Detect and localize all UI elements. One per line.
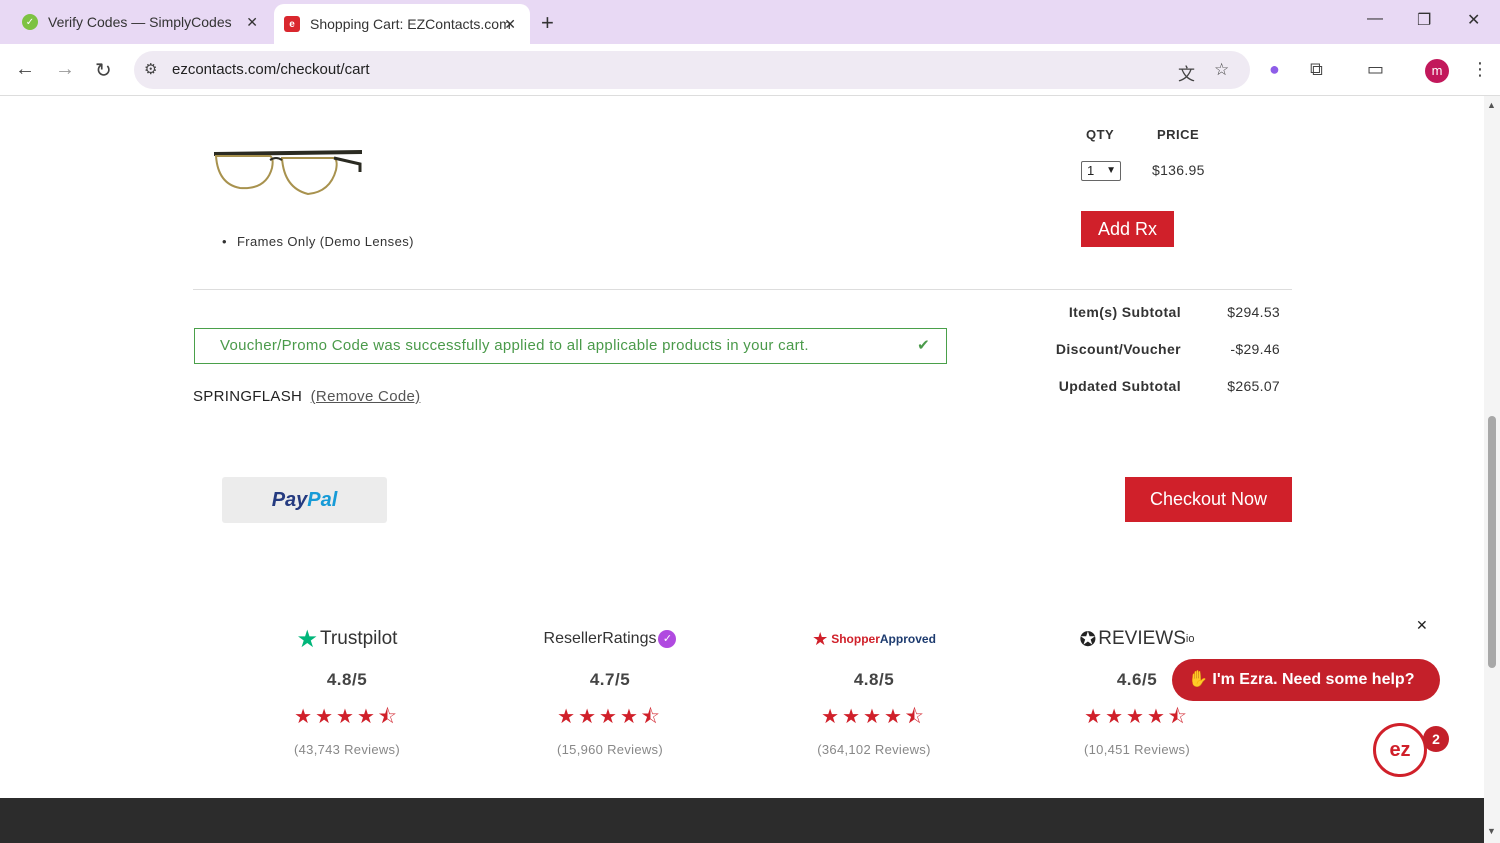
star-rating-icon: ★★★★⯪: [557, 706, 663, 728]
review-count: (10,451 Reviews): [1084, 742, 1190, 757]
subtotal-label: Item(s) Subtotal: [1068, 304, 1181, 320]
star-rating-icon: ★★★★⯪: [1084, 706, 1190, 728]
url-text: ezcontacts.com/checkout/cart: [172, 61, 370, 78]
close-window-icon[interactable]: ✕: [1467, 10, 1480, 30]
chevron-down-icon: ▼: [1106, 165, 1116, 176]
item-option: Frames Only (Demo Lenses): [222, 234, 414, 249]
simplycodes-favicon-icon: ✓: [22, 14, 38, 30]
brand-name: REVIEWS: [1098, 628, 1186, 649]
remove-code-link[interactable]: (Remove Code): [311, 388, 421, 405]
brand-suffix: io: [1185, 633, 1195, 645]
resellerratings-logo: ResellerRatings ✓: [500, 624, 720, 654]
star-rating-icon: ★★★★⯪: [294, 706, 400, 728]
eyeglasses-product-image: [213, 150, 363, 196]
updated-subtotal-label: Updated Subtotal: [1058, 378, 1181, 394]
restore-icon[interactable]: ❐: [1417, 10, 1431, 30]
scroll-up-icon[interactable]: ▲: [1487, 100, 1496, 110]
reviewsio-logo: ✪ REVIEWS io: [1027, 624, 1247, 654]
brand-name-b: Approved: [879, 632, 936, 646]
trustpilot-star-icon: ★: [296, 625, 319, 653]
shopperapproved-logo: ★ ShopperApproved: [764, 624, 984, 654]
menu-icon[interactable]: ⋮: [1471, 59, 1489, 80]
paypal-pal-text: Pal: [307, 489, 338, 511]
quantity-select[interactable]: 1 ▼: [1081, 161, 1121, 181]
review-count: (15,960 Reviews): [557, 742, 663, 757]
rating-score: 4.8/5: [326, 670, 368, 689]
tab-simplycodes[interactable]: ✓ Verify Codes — SimplyCodes ✕: [10, 0, 272, 44]
back-icon[interactable]: ←: [15, 58, 35, 81]
discount-label: Discount/Voucher: [1055, 341, 1181, 357]
scroll-down-icon[interactable]: ▼: [1487, 826, 1496, 836]
star-rating-icon: ★★★★⯪: [821, 706, 927, 728]
browser-toolbar: ← → ↻ ⚙ ezcontacts.com/checkout/cart 文 ☆…: [0, 44, 1500, 96]
rating-trustpilot: ★ Trustpilot 4.8/5 ★★★★⯪ (43,743 Reviews…: [237, 624, 457, 758]
updated-subtotal-value: $265.07: [1227, 378, 1280, 394]
discount-value: -$29.46: [1230, 341, 1280, 357]
reviewsio-star-icon: ✪: [1079, 628, 1097, 651]
bookmark-star-icon[interactable]: ☆: [1214, 60, 1229, 80]
ezra-logo-icon: ez: [1389, 739, 1411, 761]
chat-prompt-bubble[interactable]: ✋ I'm Ezra. Need some help?: [1172, 659, 1440, 701]
browser-tab-bar: ✓ Verify Codes — SimplyCodes ✕ e Shoppin…: [0, 0, 1500, 44]
wave-hand-icon: ✋: [1188, 671, 1208, 688]
tab-title: Shopping Cart: EZContacts.com: [310, 16, 511, 32]
site-settings-icon[interactable]: ⚙: [144, 60, 157, 78]
paypal-button[interactable]: PayPal: [222, 477, 387, 523]
rating-resellerratings: ResellerRatings ✓ 4.7/5 ★★★★⯪ (15,960 Re…: [500, 624, 720, 757]
add-rx-button[interactable]: Add Rx: [1081, 211, 1174, 247]
verified-badge-icon: ✓: [658, 630, 677, 648]
translate-icon[interactable]: 文: [1178, 60, 1195, 85]
chat-close-icon[interactable]: ✕: [1416, 617, 1428, 634]
checkmark-icon: ✔: [917, 337, 930, 354]
page-footer: [0, 798, 1484, 843]
brand-name-a: Shopper: [831, 632, 880, 646]
forward-icon[interactable]: →: [55, 58, 75, 81]
applied-code: SPRINGFLASH (Remove Code): [193, 388, 420, 405]
voucher-message-text: Voucher/Promo Code was successfully appl…: [220, 337, 809, 354]
page-scrollbar[interactable]: ▲ ▼: [1484, 96, 1500, 843]
chat-message: I'm Ezra. Need some help?: [1212, 671, 1415, 688]
profile-avatar[interactable]: m: [1425, 59, 1449, 83]
brand-name: ResellerRatings: [543, 630, 657, 647]
rating-shopperapproved: ★ ShopperApproved 4.8/5 ★★★★⯪ (364,102 R…: [764, 624, 984, 758]
voucher-success-message: Voucher/Promo Code was successfully appl…: [194, 328, 947, 364]
address-bar[interactable]: ⚙ ezcontacts.com/checkout/cart 文 ☆: [134, 51, 1250, 89]
extension-icon[interactable]: ●: [1269, 59, 1280, 80]
puzzle-icon[interactable]: ⧉: [1310, 59, 1323, 80]
tab-ezcontacts-cart[interactable]: e Shopping Cart: EZContacts.com ✕: [274, 4, 530, 44]
side-panel-icon[interactable]: ▭: [1367, 59, 1384, 80]
quantity-value: 1: [1087, 163, 1095, 178]
tab-title: Verify Codes — SimplyCodes: [48, 14, 232, 30]
item-price: $136.95: [1152, 162, 1205, 178]
notification-badge: 2: [1423, 726, 1449, 752]
review-count: (364,102 Reviews): [817, 742, 931, 757]
minimize-icon[interactable]: —: [1367, 10, 1383, 28]
review-count: (43,743 Reviews): [294, 742, 400, 757]
reload-icon[interactable]: ↻: [95, 58, 112, 83]
checkout-now-button[interactable]: Checkout Now: [1125, 477, 1292, 522]
shopperapproved-star-icon: ★: [812, 628, 829, 649]
page-content: Frames Only (Demo Lenses) QTY PRICE 1 ▼ …: [0, 96, 1484, 843]
close-tab-icon[interactable]: ✕: [246, 14, 258, 31]
chat-launcher-button[interactable]: ez: [1373, 723, 1427, 777]
divider: [193, 289, 1292, 290]
scrollbar-thumb[interactable]: [1488, 416, 1496, 668]
close-tab-icon[interactable]: ✕: [504, 16, 516, 33]
qty-header: QTY: [1086, 127, 1115, 142]
subtotal-value: $294.53: [1227, 304, 1280, 320]
rating-score: 4.7/5: [589, 670, 631, 689]
paypal-pay-text: Pay: [271, 489, 308, 511]
brand-name: Trustpilot: [320, 628, 398, 649]
ezcontacts-favicon-icon: e: [284, 16, 300, 32]
rating-score: 4.8/5: [853, 670, 895, 689]
price-header: PRICE: [1157, 127, 1200, 142]
promo-code: SPRINGFLASH: [193, 388, 303, 405]
trustpilot-logo: ★ Trustpilot: [237, 624, 457, 654]
new-tab-icon[interactable]: +: [541, 10, 554, 36]
